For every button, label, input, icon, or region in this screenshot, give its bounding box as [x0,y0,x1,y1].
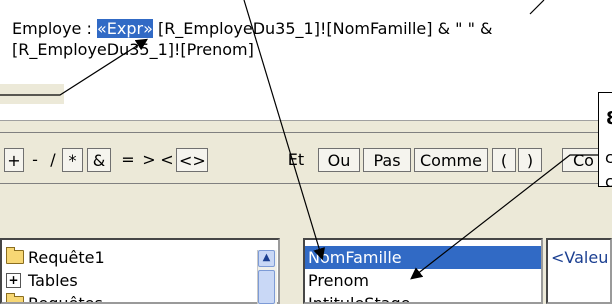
arrow-to-prenom [410,154,598,280]
arrow-top-right [529,0,545,15]
arrow-to-nomfamille [243,0,325,261]
annotation-arrows [0,0,598,280]
arrow-to-expr [0,38,149,96]
